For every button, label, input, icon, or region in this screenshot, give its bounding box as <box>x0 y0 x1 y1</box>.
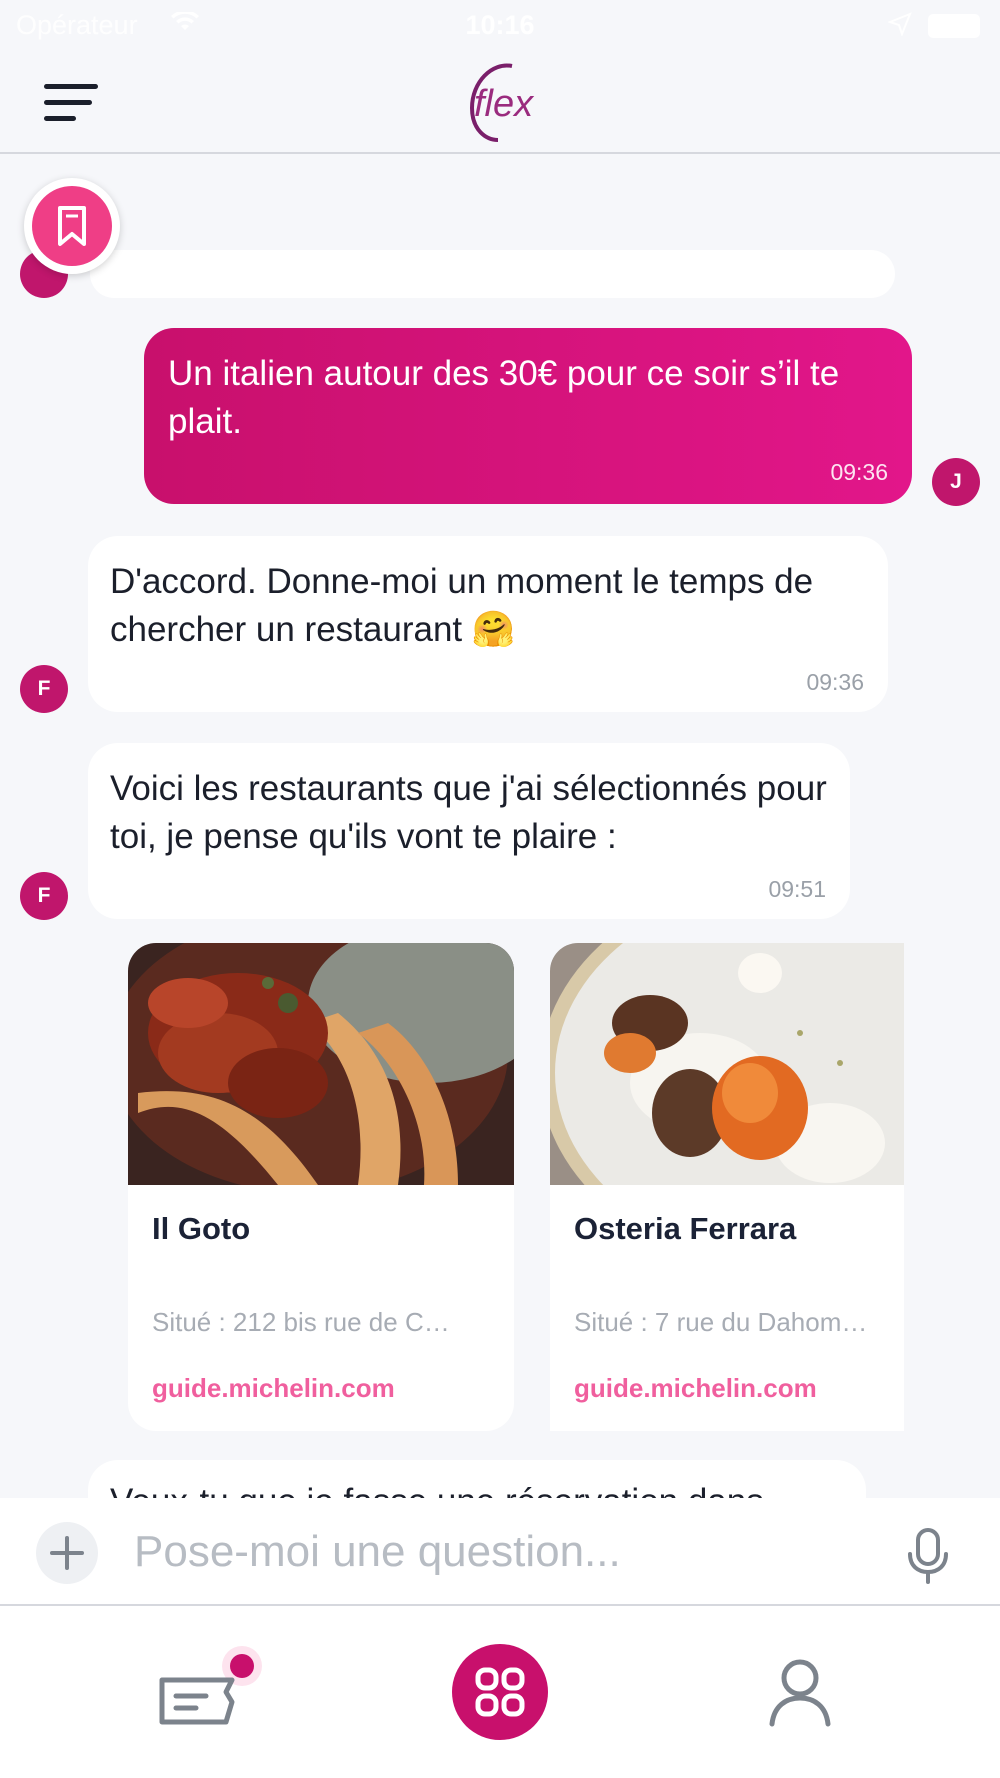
microphone-icon <box>908 1528 948 1584</box>
attach-button[interactable] <box>36 1522 98 1584</box>
message-bubble-partial <box>90 250 895 298</box>
bookmark-button[interactable] <box>24 178 120 274</box>
bot-message-bubble: D'accord. Donne-moi un moment le temps d… <box>88 536 888 712</box>
message-text: Voici les restaurants que j'ai sélection… <box>110 769 827 856</box>
restaurant-address: Situé : 7 rue du Dahom… <box>574 1307 868 1337</box>
bookmark-icon <box>58 206 86 246</box>
bottom-navigation <box>0 1606 1000 1778</box>
home-grid-icon <box>475 1667 525 1717</box>
restaurant-link[interactable]: guide.michelin.com <box>574 1373 817 1404</box>
plus-icon <box>50 1536 84 1570</box>
message-input[interactable] <box>134 1520 874 1584</box>
pasta-ragu-photo <box>128 943 514 1185</box>
message-text: Un italien autour des 30€ pour ce soir s… <box>168 354 840 441</box>
menu-button[interactable] <box>44 80 102 124</box>
svg-text:flex: flex <box>474 83 535 125</box>
hamburger-icon <box>44 84 98 89</box>
restaurant-link[interactable]: guide.michelin.com <box>152 1373 395 1404</box>
user-avatar: J <box>932 458 980 506</box>
restaurant-photo <box>550 943 904 1185</box>
message-text: D'accord. Donne-moi un moment le temps d… <box>110 562 814 649</box>
nav-home[interactable] <box>452 1644 548 1740</box>
bot-message-bubble: Voici les restaurants que j'ai sélection… <box>88 743 850 919</box>
message-timestamp: 09:36 <box>830 459 888 485</box>
bot-avatar: F <box>20 665 68 713</box>
restaurant-card[interactable]: Il Goto Situé : 212 bis rue de C… guide.… <box>128 943 514 1431</box>
battery-icon <box>928 14 980 38</box>
location-arrow-icon <box>888 12 912 36</box>
clock: 10:16 <box>465 10 535 40</box>
tickets-icon <box>159 1646 262 1725</box>
chat-screen: Opérateur 10:16 flex Un italien autour d… <box>0 0 1000 1778</box>
flex-logo: flex <box>469 63 535 142</box>
restaurant-photo <box>128 943 514 1185</box>
message-composer <box>0 1498 1000 1606</box>
restaurant-address: Situé : 212 bis rue de C… <box>152 1307 450 1337</box>
nav-tickets[interactable] <box>152 1646 272 1736</box>
restaurant-name: Osteria Ferrara <box>574 1211 797 1246</box>
message-timestamp: 09:36 <box>806 669 864 695</box>
nav-profile[interactable] <box>766 1656 834 1728</box>
profile-icon <box>769 1659 831 1727</box>
message-timestamp: 09:51 <box>768 876 826 902</box>
restaurant-name: Il Goto <box>152 1211 251 1246</box>
app-header: flex <box>0 50 1000 154</box>
microphone-button[interactable] <box>900 1526 956 1586</box>
plated-dessert-photo <box>550 943 904 1185</box>
bot-avatar: F <box>20 872 68 920</box>
user-message-bubble: Un italien autour des 30€ pour ce soir s… <box>144 328 912 504</box>
status-bar: Opérateur 10:16 <box>0 0 1000 50</box>
restaurant-card[interactable]: Osteria Ferrara Situé : 7 rue du Dahom… … <box>550 943 904 1431</box>
